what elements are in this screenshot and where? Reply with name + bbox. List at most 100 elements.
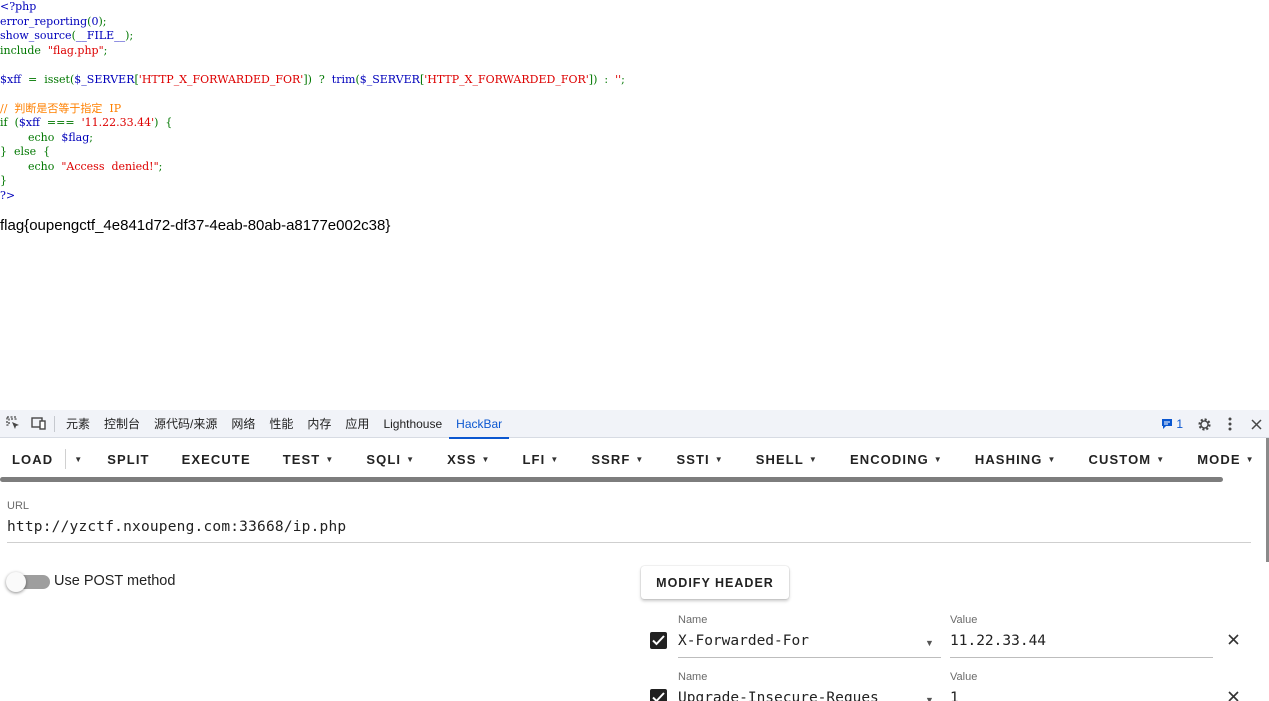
caret-down-icon: ▼ bbox=[714, 454, 724, 464]
toolbar-button-label: LOAD bbox=[12, 451, 54, 467]
header-value-input[interactable]: 1 bbox=[950, 690, 959, 701]
toolbar-button-label: MODE bbox=[1197, 451, 1241, 467]
inspect-element-icon[interactable] bbox=[0, 410, 26, 438]
remove-header-icon[interactable] bbox=[1224, 687, 1242, 701]
post-method-toggle[interactable] bbox=[6, 572, 50, 592]
tab-devtools-1[interactable]: 控制台 bbox=[97, 410, 147, 438]
header-value-underline bbox=[950, 657, 1213, 658]
url-underline bbox=[7, 542, 1251, 543]
source-line: echo $flag; bbox=[0, 131, 625, 146]
devtools-right-controls: 1 bbox=[1153, 410, 1269, 438]
caret-down-icon: ▼ bbox=[1047, 454, 1057, 464]
header-enabled-checkbox[interactable] bbox=[650, 689, 667, 701]
ssrf-button[interactable]: SSRF ▼ bbox=[575, 439, 660, 479]
header-value-input[interactable]: 11.22.33.44 bbox=[950, 633, 1046, 649]
issues-counter[interactable]: 1 bbox=[1153, 410, 1191, 438]
sqli-button[interactable]: SQLI ▼ bbox=[350, 439, 431, 479]
source-line: $xff = isset($_SERVER['HTTP_X_FORWARDED_… bbox=[0, 73, 625, 88]
hackbar-toolbar: LOAD ▼ SPLIT EXECUTE TEST ▼ SQLI ▼ XSS ▼ LFI ▼ SSRF ▼… bbox=[0, 439, 1269, 479]
source-token: ) { bbox=[154, 116, 173, 129]
issues-count: 1 bbox=[1176, 417, 1183, 431]
source-token: ; bbox=[103, 43, 108, 57]
source-token: ; bbox=[158, 159, 163, 173]
ssti-button[interactable]: SSTI ▼ bbox=[660, 439, 739, 479]
xss-button[interactable]: XSS ▼ bbox=[431, 439, 506, 479]
source-token: error_reporting bbox=[0, 14, 88, 28]
source-line bbox=[0, 58, 625, 73]
tab-devtools-6[interactable]: 应用 bbox=[338, 410, 376, 438]
devtools-tabs: 元素 控制台 源代码/来源 网络 性能 内存 应用 Lighthouse HackBar bbox=[59, 410, 510, 439]
source-token: echo bbox=[0, 130, 62, 144]
caret-down-icon: ▼ bbox=[406, 454, 416, 464]
source-line: if ($xff === '11.22.33.44') { bbox=[0, 116, 625, 131]
source-line bbox=[0, 87, 625, 102]
tab-devtools-5[interactable]: 内存 bbox=[300, 410, 338, 438]
remove-header-icon[interactable] bbox=[1224, 630, 1242, 648]
horizontal-scrollbar[interactable] bbox=[0, 477, 1223, 482]
source-token: "flag.php" bbox=[47, 43, 104, 57]
source-token: show_source bbox=[0, 29, 72, 42]
toolbar-button-label: CUSTOM bbox=[1088, 451, 1152, 467]
header-row-1: Name X-Forwarded-For ▼ Value 11.22.33.44 bbox=[640, 612, 1269, 669]
tab-lighthouse[interactable]: Lighthouse bbox=[376, 410, 449, 438]
lfi-button[interactable]: LFI ▼ bbox=[507, 439, 576, 479]
tab-hackbar[interactable]: HackBar bbox=[449, 410, 510, 439]
header-name-label: Name bbox=[678, 671, 708, 683]
checkmark-icon bbox=[652, 635, 665, 646]
source-line: show_source(__FILE__); bbox=[0, 29, 625, 44]
load-dropdown-button[interactable]: ▼ bbox=[65, 449, 91, 469]
header-name-input[interactable]: X-Forwarded-For bbox=[678, 633, 928, 649]
source-token: $xff bbox=[18, 116, 47, 129]
flag-output: flag{oupengctf_4e841d72-df37-4eab-80ab-a… bbox=[0, 217, 391, 234]
caret-down-icon: ▼ bbox=[808, 454, 818, 464]
toolbar-button-label: SPLIT bbox=[107, 451, 150, 467]
tab-devtools-4[interactable]: 性能 bbox=[262, 410, 300, 438]
caret-down-icon: ▼ bbox=[1245, 454, 1255, 464]
more-vertical-icon[interactable] bbox=[1217, 410, 1243, 438]
caret-down-icon: ▼ bbox=[325, 454, 335, 464]
chevron-down-icon[interactable]: ▼ bbox=[925, 695, 934, 701]
execute-button[interactable]: EXECUTE bbox=[166, 439, 267, 479]
source-token: isset bbox=[44, 72, 70, 86]
source-line: include "flag.php"; bbox=[0, 44, 625, 59]
load-button[interactable]: LOAD bbox=[0, 439, 65, 479]
close-icon[interactable] bbox=[1243, 410, 1269, 438]
mode-button[interactable]: MODE ▼ bbox=[1181, 439, 1269, 479]
device-toolbar-icon[interactable] bbox=[26, 410, 52, 438]
caret-down-icon: ▼ bbox=[635, 454, 645, 464]
source-line: } bbox=[0, 174, 625, 189]
source-token: 'HTTP_X_FORWARDED_FOR' bbox=[424, 72, 589, 86]
source-token: <?php bbox=[0, 0, 37, 13]
custom-button[interactable]: CUSTOM ▼ bbox=[1073, 439, 1182, 479]
shell-button[interactable]: SHELL ▼ bbox=[740, 439, 834, 479]
tab-devtools-2[interactable]: 源代码/来源 bbox=[147, 410, 224, 438]
toolbar-button-label: SHELL bbox=[755, 451, 804, 467]
caret-down-icon: ▼ bbox=[550, 454, 560, 464]
toolbar-divider bbox=[54, 415, 55, 432]
checkmark-icon bbox=[652, 692, 665, 701]
header-name-input[interactable]: Upgrade-Insecure-Reques bbox=[678, 690, 928, 701]
hashing-button[interactable]: HASHING ▼ bbox=[959, 439, 1073, 479]
toolbar-button-label: ENCODING bbox=[849, 451, 929, 467]
test-button[interactable]: TEST ▼ bbox=[267, 439, 351, 479]
source-token: ?> bbox=[0, 188, 16, 202]
encoding-button[interactable]: ENCODING ▼ bbox=[834, 439, 959, 479]
source-token: === bbox=[46, 116, 82, 129]
source-token: ]) ? bbox=[303, 72, 332, 86]
split-button[interactable]: SPLIT bbox=[91, 439, 165, 479]
modify-header-button[interactable]: MODIFY HEADER bbox=[641, 566, 789, 599]
source-token: '11.22.33.44' bbox=[81, 116, 155, 129]
devtools-tabbar: 元素 控制台 源代码/来源 网络 性能 内存 应用 Lighthouse HackBar 1 bbox=[0, 410, 1269, 439]
chevron-down-icon[interactable]: ▼ bbox=[925, 638, 934, 648]
toolbar-button-label: SQLI bbox=[366, 451, 402, 467]
toolbar-button-label: EXECUTE bbox=[181, 451, 251, 467]
url-input[interactable]: http://yzctf.nxoupeng.com:33668/ip.php bbox=[7, 519, 346, 535]
tab-devtools-3[interactable]: 网络 bbox=[224, 410, 262, 438]
source-token: trim bbox=[331, 72, 356, 86]
php-source-code: <?php error_reporting(0); show_source(__FI… bbox=[0, 0, 625, 203]
tab-devtools-0[interactable]: 元素 bbox=[59, 410, 97, 438]
header-enabled-checkbox[interactable] bbox=[650, 632, 667, 649]
gear-icon[interactable] bbox=[1191, 410, 1217, 438]
source-line: error_reporting(0); bbox=[0, 15, 625, 30]
source-line: <?php bbox=[0, 0, 625, 15]
